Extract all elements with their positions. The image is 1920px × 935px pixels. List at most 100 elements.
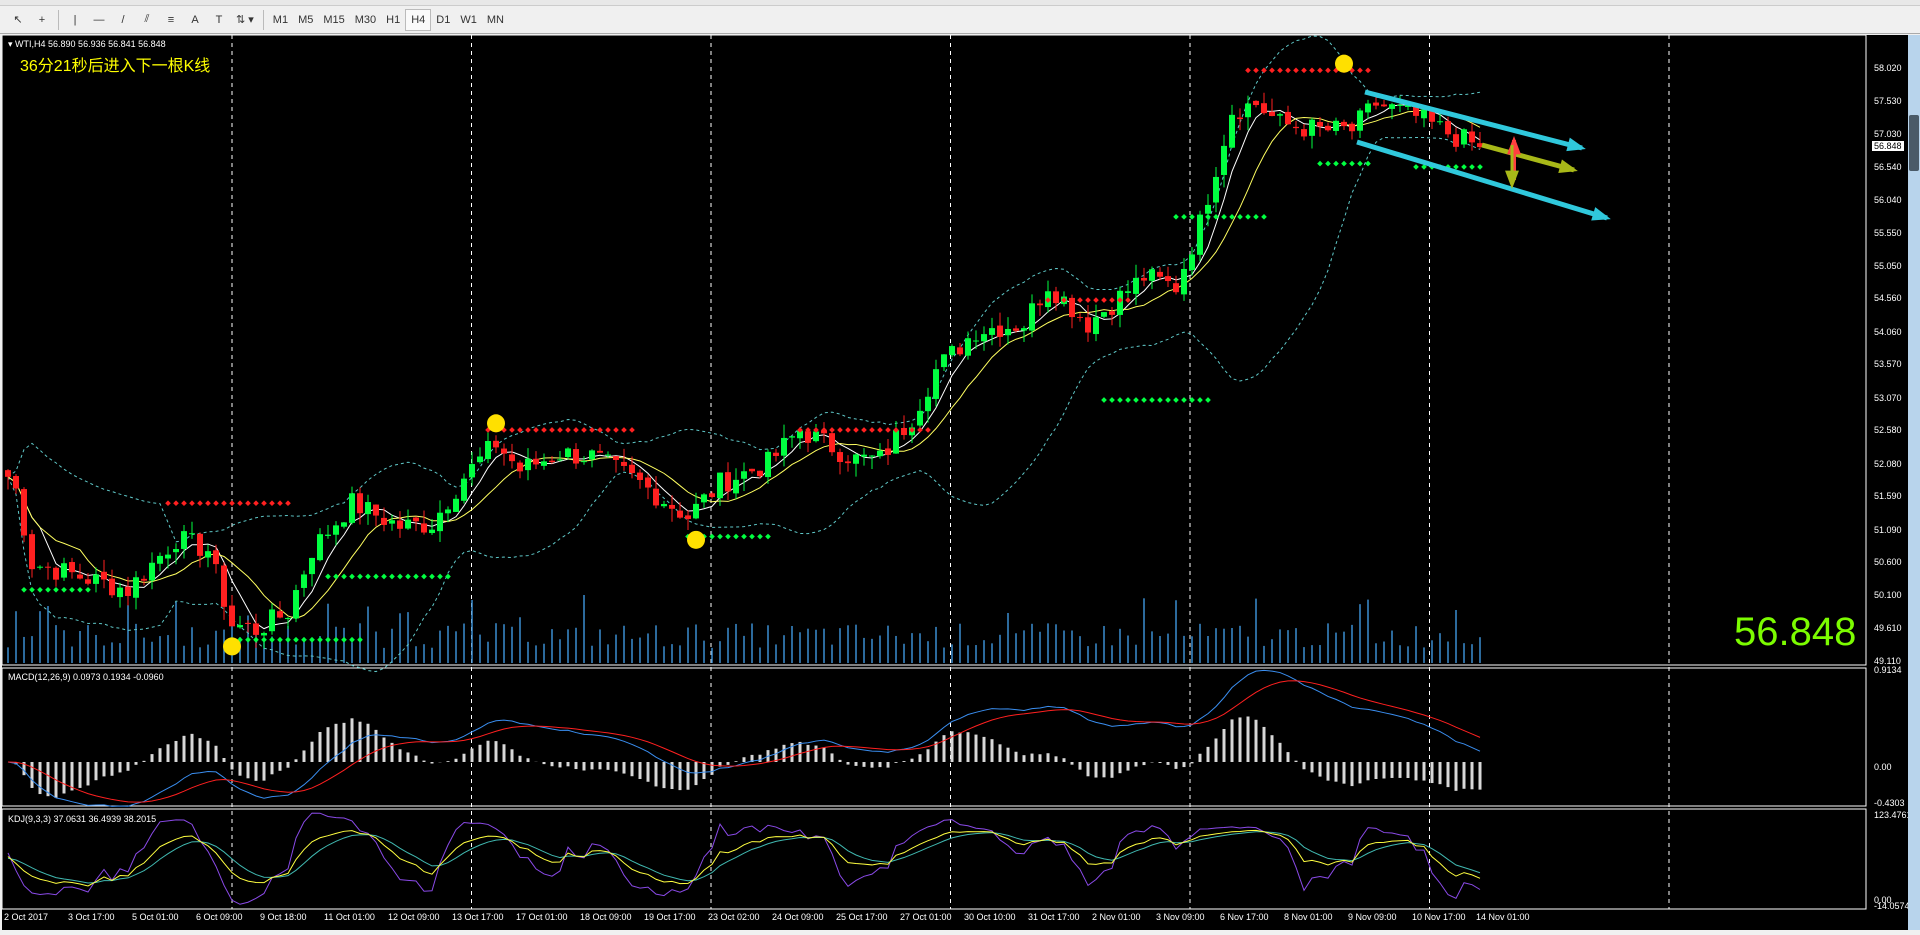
signal-dot	[349, 573, 355, 580]
chart-window[interactable]: ▾ WTI,H4 56.890 56.936 56.841 56.848 36分…	[2, 35, 1912, 930]
candle-body	[1397, 104, 1403, 106]
candle-body	[829, 433, 835, 453]
signal-dot	[741, 533, 747, 540]
timeframe-d1[interactable]: D1	[431, 9, 455, 31]
signal-dot	[1141, 397, 1147, 403]
horizontal-line-icon[interactable]: —	[87, 9, 111, 31]
text-label-tool-button[interactable]: T	[207, 9, 231, 31]
candle-body	[1317, 121, 1323, 127]
signal-dot	[885, 427, 891, 433]
signal-dot	[1221, 214, 1227, 220]
signal-dot	[381, 573, 387, 580]
candle-body	[165, 554, 171, 559]
candle-body	[413, 517, 419, 522]
timeframe-mn[interactable]: MN	[482, 9, 509, 31]
vertical-line-icon[interactable]: |	[63, 9, 87, 31]
candle-body	[1389, 104, 1395, 109]
scrollbar-thumb[interactable]	[1909, 115, 1919, 171]
signal-dot	[549, 427, 555, 433]
candle-body	[1445, 121, 1451, 135]
signal-dot	[717, 533, 723, 540]
signal-dot	[45, 586, 51, 593]
price-axis-label: 53.570	[1874, 359, 1902, 370]
timeframe-m30[interactable]: M30	[350, 9, 381, 31]
candle-body	[645, 477, 651, 488]
signal-dot	[1261, 214, 1267, 220]
trendline-icon[interactable]: /	[111, 9, 135, 31]
signal-dot	[1477, 164, 1483, 170]
signal-dot	[757, 533, 763, 540]
candle-body	[1285, 111, 1291, 125]
signal-dot	[229, 500, 235, 507]
candle-body	[277, 611, 283, 618]
candle-body	[317, 534, 323, 561]
candle-body	[437, 512, 443, 532]
signal-dot	[541, 427, 547, 433]
candle-body	[157, 555, 163, 564]
timeframe-m15[interactable]: M15	[318, 9, 349, 31]
channels-icon[interactable]: ⫽	[135, 9, 159, 31]
candle-body	[237, 625, 243, 628]
kdj-d-line	[7, 831, 1481, 884]
divider	[58, 9, 59, 30]
timeframe-m1[interactable]: M1	[268, 9, 293, 31]
signal-dot	[1309, 67, 1315, 74]
signal-dot	[1181, 397, 1187, 403]
candle-body	[1205, 204, 1211, 214]
signal-dot	[589, 427, 595, 433]
candle-body	[1453, 134, 1459, 147]
candle-body	[53, 567, 59, 580]
signal-dot	[29, 586, 35, 593]
price-axis-label: 51.590	[1874, 491, 1902, 502]
signal-dot	[1077, 297, 1083, 303]
signal-dot	[253, 500, 259, 507]
signal-dot	[285, 500, 291, 507]
candle-body	[733, 479, 739, 494]
candle-body	[1173, 283, 1179, 293]
candle-body	[453, 498, 459, 512]
signal-dot	[309, 636, 315, 643]
candle-body	[525, 458, 531, 471]
candle-body	[397, 520, 403, 529]
signal-dot	[1269, 67, 1275, 74]
candle-body	[637, 472, 643, 480]
candle-body	[109, 578, 115, 596]
crosshair-tool-icon[interactable]: +	[30, 9, 54, 31]
vertical-scrollbar[interactable]	[1908, 35, 1920, 930]
signal-dot	[1173, 214, 1179, 220]
time-axis-label: 5 Oct 01:00	[132, 912, 179, 922]
time-axis-label: 13 Oct 17:00	[452, 912, 504, 922]
signal-dot	[709, 533, 715, 540]
timeframe-w1[interactable]: W1	[455, 9, 482, 31]
candle-body	[1141, 277, 1147, 281]
price-axis-label: 57.530	[1874, 95, 1902, 106]
arrows-dropdown-icon[interactable]: ⇅ ▾	[231, 9, 259, 31]
text-tool-button[interactable]: A	[183, 9, 207, 31]
candle-body	[629, 464, 635, 474]
signal-dot	[189, 500, 195, 507]
ma-fast-line	[7, 104, 1481, 630]
price-axis-label: 56.040	[1874, 194, 1902, 205]
signal-dot	[1253, 214, 1259, 220]
signal-dot	[1125, 297, 1131, 303]
signal-dot	[1365, 160, 1371, 167]
signal-dot	[1325, 67, 1331, 74]
candle-body	[1149, 269, 1155, 281]
candle-body	[669, 504, 675, 509]
signal-dot	[269, 500, 275, 507]
signal-dot	[1101, 297, 1107, 303]
timeframe-h4[interactable]: H4	[405, 8, 432, 31]
price-axis-label: 58.020	[1874, 63, 1902, 73]
timeframe-m5[interactable]: M5	[293, 9, 318, 31]
signal-dot	[1245, 67, 1251, 74]
cursor-tool-icon[interactable]: ↖	[6, 9, 30, 31]
candle-body	[421, 523, 427, 533]
signal-dot	[1357, 160, 1363, 167]
chart-tabs[interactable]	[0, 930, 1920, 935]
candle-body	[1373, 102, 1379, 106]
candle-body	[869, 455, 875, 457]
signal-dot	[213, 500, 219, 507]
candle-body	[981, 334, 987, 342]
timeframe-h1[interactable]: H1	[381, 9, 405, 31]
fibonacci-icon[interactable]: ≡	[159, 9, 183, 31]
